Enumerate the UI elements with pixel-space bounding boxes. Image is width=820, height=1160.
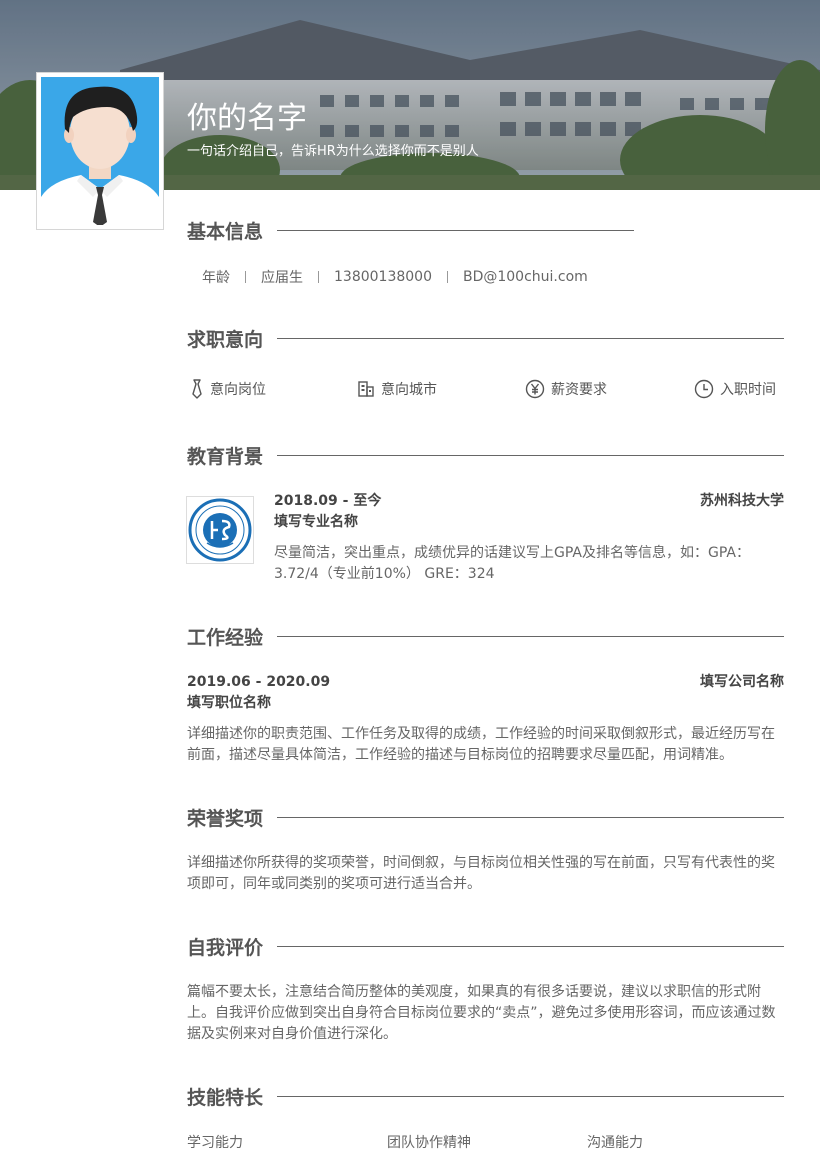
section-divider	[277, 946, 784, 947]
section-title-basic-info: 基本信息	[187, 221, 264, 243]
info-age: 年龄	[202, 270, 230, 286]
section-title-work: 工作经验	[187, 627, 264, 649]
intent-position-label: 意向岗位	[210, 382, 266, 398]
work-company: 填写公司名称	[700, 674, 784, 690]
self-evaluation-description: 篇幅不要太长，注意结合简历整体的美观度，如果真的有很多话要说，建议以求职信的形式…	[187, 984, 776, 1042]
info-status: 应届生	[261, 270, 303, 286]
section-divider	[277, 1096, 784, 1097]
basic-info-row: 年龄 应届生 13800138000 BD@100chui.com	[187, 266, 603, 288]
section-divider	[277, 338, 784, 339]
clock-icon	[694, 379, 714, 399]
intent-position: 意向岗位	[190, 378, 266, 400]
intent-start-time: 入职时间	[694, 378, 776, 400]
section-divider	[277, 636, 784, 637]
section-divider	[277, 455, 784, 456]
avatar	[36, 72, 164, 230]
skill-item: 学习能力	[187, 1135, 243, 1151]
school-logo	[186, 496, 254, 564]
section-title-education: 教育背景	[187, 446, 264, 468]
skill-item: 团队协作精神	[387, 1135, 471, 1151]
skill-item: 沟通能力	[587, 1135, 643, 1151]
work-period: 2019.06 - 2020.09	[187, 674, 331, 690]
section-divider	[277, 817, 784, 818]
intent-start-time-label: 入职时间	[720, 382, 776, 398]
info-email: BD@100chui.com	[462, 269, 588, 285]
info-phone: 13800138000	[334, 269, 432, 285]
intent-city-label: 意向城市	[381, 382, 437, 398]
education-period: 2018.09 - 至今	[274, 493, 382, 509]
yen-icon	[525, 379, 545, 399]
building-icon	[358, 381, 374, 397]
education-school: 苏州科技大学	[700, 493, 784, 509]
education-description: 尽量简洁，突出重点，成绩优异的话建议写上GPA及排名等信息，如：GPA：3.72…	[274, 545, 750, 582]
intent-city: 意向城市	[357, 378, 437, 400]
section-divider	[277, 230, 634, 231]
tie-icon	[192, 379, 202, 399]
education-major: 填写专业名称	[274, 514, 358, 530]
section-title-job-intent: 求职意向	[187, 329, 264, 351]
section-title-honors: 荣誉奖项	[187, 808, 264, 830]
intent-salary-label: 薪资要求	[551, 382, 607, 398]
section-title-self-evaluation: 自我评价	[187, 937, 264, 959]
intent-salary: 薪资要求	[525, 378, 607, 400]
honors-description: 详细描述你所获得的奖项荣誉，时间倒叙，与目标岗位相关性强的写在前面，只写有代表性…	[187, 855, 775, 892]
section-title-skills: 技能特长	[187, 1087, 264, 1109]
tagline: 一句话介绍自己，告诉HR为什么选择你而不是别人	[187, 144, 479, 159]
work-position: 填写职位名称	[187, 695, 271, 711]
avatar-illustration	[41, 77, 159, 225]
work-description: 详细描述你的职责范围、工作任务及取得的成绩，工作经验的时间采取倒叙形式，最近经历…	[187, 726, 775, 763]
person-name: 你的名字	[187, 101, 307, 136]
